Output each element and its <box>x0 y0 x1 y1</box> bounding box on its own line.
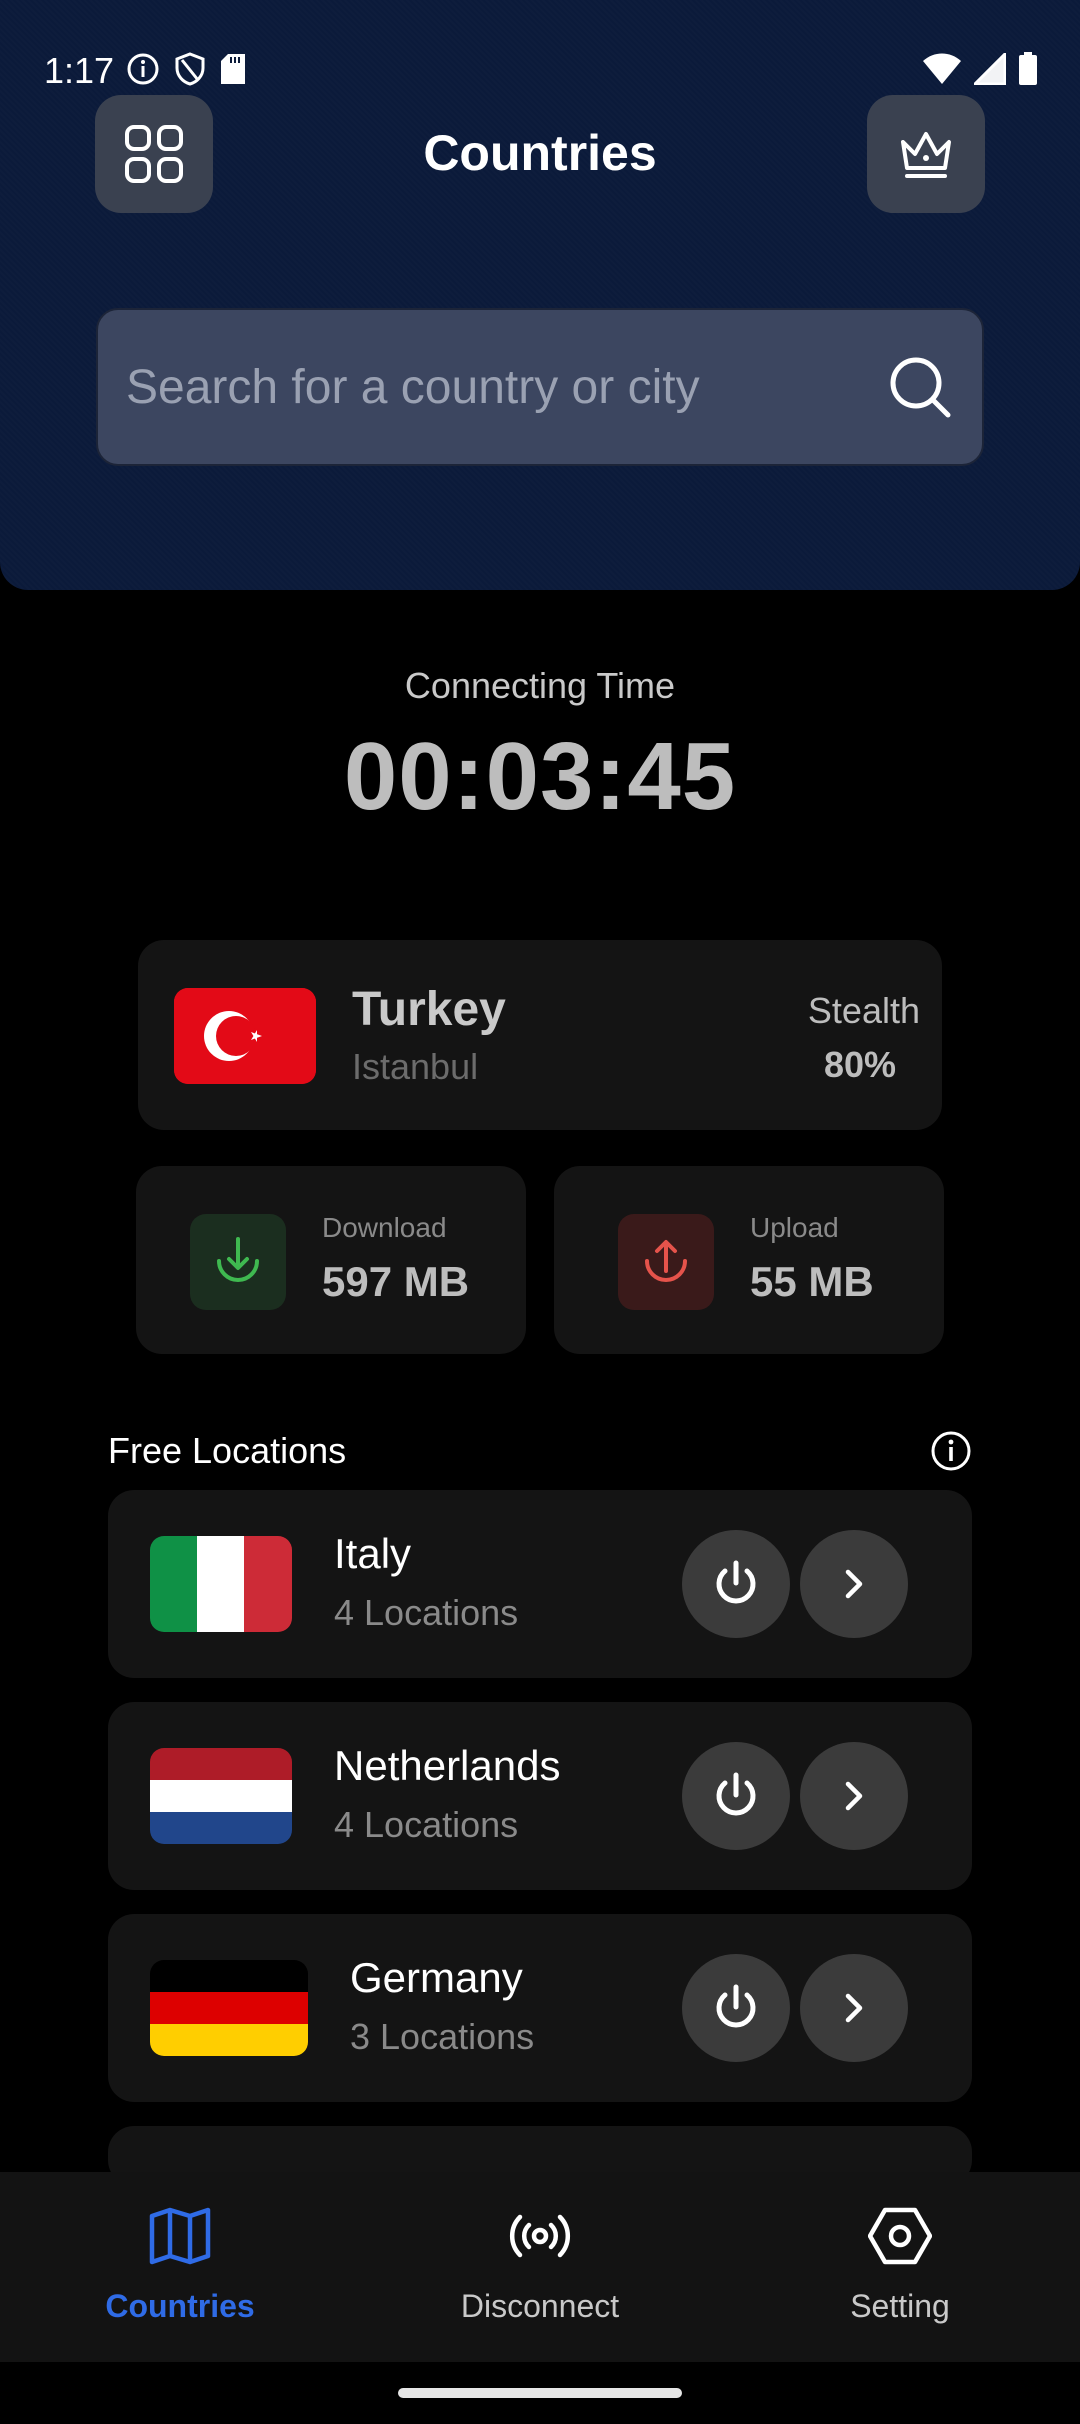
location-name: Italy <box>334 1530 412 1577</box>
connect-button[interactable] <box>682 1742 790 1850</box>
connecting-time-value: 00:03:45 <box>343 723 737 830</box>
signal-icon <box>974 53 1006 85</box>
nav-disconnect-label: Disconnect <box>460 2288 620 2324</box>
germany-flag-icon <box>150 1960 308 2056</box>
location-count: 4 Locations <box>334 1804 519 1845</box>
chevron-right-icon <box>845 1569 863 1599</box>
status-time: 1:17 <box>44 50 115 91</box>
sd-card-icon <box>221 54 245 84</box>
location-item-netherlands[interactable]: Netherlands 4 Locations <box>108 1702 972 1890</box>
info-icon <box>127 53 159 85</box>
download-icon-box <box>190 1214 286 1310</box>
nav-disconnect[interactable]: Disconnect <box>360 2172 720 2362</box>
upload-label: Upload <box>750 1212 839 1243</box>
upload-icon-box <box>618 1214 714 1310</box>
nav-countries[interactable]: Countries <box>0 2172 360 2362</box>
server-city: Istanbul <box>352 1046 479 1087</box>
nav-countries-label: Countries <box>105 2288 255 2324</box>
crown-icon <box>901 132 951 178</box>
stealth-label: Stealth <box>807 990 920 1031</box>
search-box <box>96 308 984 466</box>
free-locations-title: Free Locations <box>108 1430 347 1471</box>
gesture-bar[interactable] <box>398 2388 682 2398</box>
nav-setting-label: Setting <box>850 2288 950 2324</box>
upload-icon <box>645 1240 687 1282</box>
power-icon <box>716 1984 756 2028</box>
download-value: 597 MB <box>322 1258 470 1305</box>
connect-button[interactable] <box>682 1954 790 2062</box>
location-item-germany[interactable]: Germany 3 Locations <box>108 1914 972 2102</box>
upload-value: 55 MB <box>750 1258 874 1305</box>
battery-icon <box>1019 52 1037 85</box>
stealth-value: 80% <box>823 1044 896 1085</box>
power-icon <box>716 1560 756 1604</box>
nav-setting[interactable]: Setting <box>720 2172 1080 2362</box>
info-icon[interactable] <box>930 1430 972 1472</box>
server-country: Turkey <box>352 983 506 1036</box>
status-icons-left <box>126 52 246 86</box>
chevron-right-icon <box>845 1781 863 1811</box>
premium-button[interactable] <box>867 95 985 213</box>
expand-button[interactable] <box>800 1954 908 2062</box>
location-name: Netherlands <box>334 1742 561 1789</box>
connect-button[interactable] <box>682 1530 790 1638</box>
download-icon <box>217 1237 259 1282</box>
expand-button[interactable] <box>800 1530 908 1638</box>
search-input[interactable] <box>126 310 866 464</box>
upload-stat-card: Upload 55 MB <box>554 1166 944 1354</box>
turkey-flag-icon <box>174 988 316 1084</box>
hexagon-settings-icon <box>868 2207 932 2265</box>
chevron-right-icon <box>845 1993 863 2023</box>
download-stat-card: Download 597 MB <box>136 1166 526 1354</box>
current-server-card[interactable]: Turkey Istanbul Stealth 80% <box>138 940 942 1130</box>
bottom-nav: Countries Disconnect Setting <box>0 2172 1080 2362</box>
broadcast-icon <box>509 2214 571 2258</box>
italy-flag-icon <box>150 1536 292 1632</box>
location-count: 4 Locations <box>334 1592 519 1633</box>
expand-button[interactable] <box>800 1742 908 1850</box>
wifi-icon <box>923 53 961 84</box>
status-icons-right <box>922 52 1038 86</box>
power-icon <box>716 1772 756 1816</box>
netherlands-flag-icon <box>150 1748 292 1844</box>
shield-icon <box>175 52 205 86</box>
location-count: 3 Locations <box>350 2016 535 2057</box>
map-icon <box>149 2207 211 2265</box>
connecting-time-label: Connecting Time <box>404 665 676 706</box>
location-item-italy[interactable]: Italy 4 Locations <box>108 1490 972 1678</box>
location-name: Germany <box>350 1954 523 2001</box>
download-label: Download <box>322 1212 447 1243</box>
search-icon[interactable] <box>888 355 954 421</box>
